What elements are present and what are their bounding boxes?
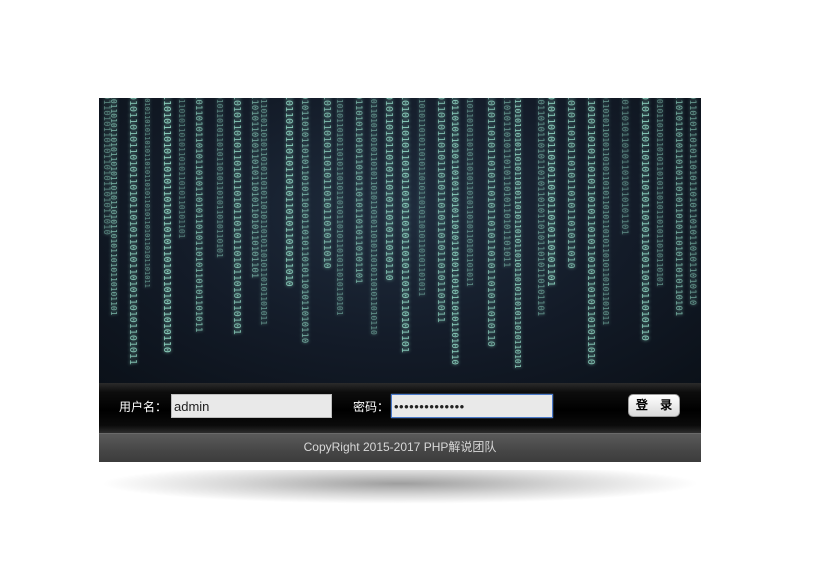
username-label: 用户名： xyxy=(119,400,168,414)
binary-column: 1010110101101011010110101101011010110101 xyxy=(655,98,664,287)
binary-column: 1010110101101011010110101101011010110101 xyxy=(231,98,242,335)
binary-column: 1101011010110101101011010110101101011010… xyxy=(673,98,683,317)
binary-column: 1010110101101011010110101101011010110101… xyxy=(143,98,151,288)
binary-column: 0101101011010110101101011010110101101011… xyxy=(299,98,309,344)
binary-column: 01101011010110101101011010110101101 xyxy=(353,98,363,284)
binary-column: 1101011010110101101011010110101101011010… xyxy=(585,98,596,365)
binary-column: 10110101101011010110101101 xyxy=(619,98,629,235)
binary-rain-banner: 01101011010110101101011010 10110101101011… xyxy=(99,98,701,383)
panel-shadow xyxy=(99,470,701,504)
binary-column: 10110101101011010110101101011010 xyxy=(283,98,294,287)
binary-column: 1101011010110101101011010110101101 xyxy=(249,98,259,279)
binary-column: 1101011010110101101011010110101101011010… xyxy=(335,98,344,316)
binary-column: 1101011010110101101011010110101101011010… xyxy=(161,98,172,353)
binary-column: 10101101011010110101101011010 xyxy=(565,98,576,269)
binary-column: 10101101011010110101101011010 xyxy=(321,98,332,269)
login-button[interactable]: 登 录 xyxy=(628,394,680,417)
binary-column: 0110101101011010110101101011010110101101… xyxy=(513,98,522,369)
binary-column: 1011010110101101011010110101101011010110… xyxy=(535,98,545,317)
username-input[interactable] xyxy=(171,394,332,418)
copyright-footer: CopyRight 2015-2017 PHP解说团队 xyxy=(99,433,701,462)
binary-column: 0110101101011010110101101011010110101101… xyxy=(259,98,268,326)
binary-column: 1010110101101011010110101101011010110101… xyxy=(485,98,496,347)
binary-column: 0101101011010110101101011010110101 xyxy=(215,98,224,258)
binary-column: 1011010110101101011010110101101011010110… xyxy=(193,98,203,333)
binary-column: 0101101011010110101101011010110101101011… xyxy=(639,98,650,341)
binary-column: 1011010110101101011010110101101011010110… xyxy=(449,98,459,365)
binary-column: 1101011010110101101011010110101101011010… xyxy=(417,98,426,297)
password-input[interactable] xyxy=(391,394,553,418)
binary-column: 011010110101101011010110101101011010110 xyxy=(687,98,697,306)
binary-column: 0110101101011010110101101011010110101101… xyxy=(601,98,610,326)
binary-column: 1010110101101011010110101101011010110101… xyxy=(399,98,410,353)
login-bar: 用户名： 密码： 登 录 xyxy=(99,383,701,433)
login-panel: 01101011010110101101011010 10110101101011… xyxy=(99,98,701,462)
binary-column: 1011010110101101011010110101101011010110… xyxy=(109,98,118,316)
binary-column: 0101101011010110101101011010110101101011 xyxy=(465,98,474,287)
binary-column: 0101101011010110101101011010110 xyxy=(383,98,394,281)
binary-column: 1011010110101101011010110101101011010110… xyxy=(369,98,378,335)
password-label: 密码： xyxy=(353,400,390,414)
binary-column: 0101101011010110101101011010110101101011… xyxy=(127,98,138,365)
binary-column: 01101011010110101101011010110101101011 xyxy=(435,98,446,323)
binary-column: 11010110101101011010110101101011 xyxy=(501,98,511,268)
binary-column: 011010110101101011010110101101 xyxy=(177,98,186,239)
binary-rain-image: 01101011010110101101011010 10110101101011… xyxy=(99,98,701,383)
binary-column: 01011010110101101011010110101101 xyxy=(545,98,556,287)
